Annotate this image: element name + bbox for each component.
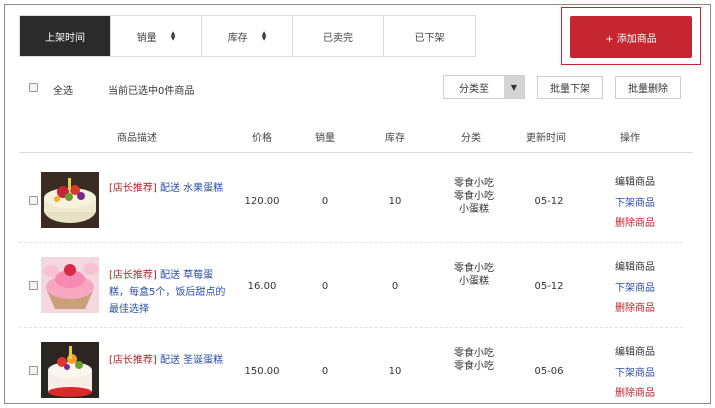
header-updated: 更新时间 xyxy=(526,133,566,144)
header-ops: 操作 xyxy=(620,133,640,144)
tab-off-shelf[interactable]: 已下架 xyxy=(384,16,475,56)
product-tag: [店长推荐] xyxy=(109,183,157,194)
header-desc: 商品描述 xyxy=(117,133,157,144)
selected-count-text: 当前已选中0件商品 xyxy=(108,86,195,97)
product-manager-window: 上架时间 销量 ▲ ▼ 库存 ▲ ▼ 已卖完 已下架 + 添加商品 全选 当前已选中… xyxy=(4,4,711,404)
row-checkbox[interactable] xyxy=(29,281,38,290)
header-category: 分类 xyxy=(461,133,481,144)
product-tag: [店长推荐] xyxy=(109,355,157,366)
updated-value: 05-12 xyxy=(534,281,564,292)
tab-listing-time[interactable]: 上架时间 xyxy=(20,16,111,56)
stock-value: 10 xyxy=(388,366,402,377)
offshelf-product-link[interactable]: 下架商品 xyxy=(615,364,655,385)
offshelf-product-link[interactable]: 下架商品 xyxy=(615,279,655,300)
product-image-fruit-cake[interactable] xyxy=(41,172,99,228)
select-all-checkbox[interactable] xyxy=(29,83,38,92)
delete-product-link[interactable]: 删除商品 xyxy=(615,384,655,403)
select-all-label: 全选 xyxy=(53,86,73,97)
row-checkbox[interactable] xyxy=(29,366,38,375)
product-tag: [店长推荐] xyxy=(109,270,157,281)
sales-value: 0 xyxy=(321,366,329,377)
delete-product-link[interactable]: 删除商品 xyxy=(615,214,655,235)
sort-icon: ▲ ▼ xyxy=(261,30,267,42)
sales-value: 0 xyxy=(321,196,329,207)
category-item: 零食小吃 xyxy=(454,348,494,359)
filter-tabs: 上架时间 销量 ▲ ▼ 库存 ▲ ▼ 已卖完 已下架 xyxy=(19,15,476,57)
offshelf-product-link[interactable]: 下架商品 xyxy=(615,194,655,215)
tab-label: 上架时间 xyxy=(45,32,85,44)
bulk-delete-button[interactable]: 批量删除 xyxy=(615,76,681,99)
tab-stock[interactable]: 库存 ▲ ▼ xyxy=(202,16,293,56)
category-item: 零食小吃 xyxy=(454,191,494,202)
category-list: 零食小吃 小蛋糕 xyxy=(444,262,504,288)
header-stock: 库存 xyxy=(385,133,405,144)
product-title: 配送 圣诞蛋糕 xyxy=(156,355,224,366)
edit-product-link[interactable]: 编辑商品 xyxy=(615,173,655,194)
stock-value: 10 xyxy=(388,196,402,207)
row-checkbox[interactable] xyxy=(29,196,38,205)
add-product-highlight: + 添加商品 xyxy=(561,7,701,65)
header-price: 价格 xyxy=(252,133,272,144)
price-value: 16.00 xyxy=(247,281,277,292)
category-item: 小蛋糕 xyxy=(459,276,489,287)
product-description[interactable]: [店长推荐] 配送 圣诞蛋糕 xyxy=(109,352,231,369)
table-row: [店长推荐] 配送 圣诞蛋糕 150.00 0 10 零食小吃 零食小吃 05-… xyxy=(19,328,683,403)
product-description[interactable]: [店长推荐] 配送 水果蛋糕 xyxy=(109,180,231,197)
category-item: 零食小吃 xyxy=(454,263,494,274)
price-value: 150.00 xyxy=(244,366,280,377)
sales-value: 0 xyxy=(321,281,329,292)
bulk-toolbar: 全选 当前已选中0件商品 分类至 ▼ 批量下架 批量删除 xyxy=(19,75,699,101)
tab-label: 已下架 xyxy=(414,32,445,44)
category-select-value: 分类至 xyxy=(459,83,489,95)
category-item: 零食小吃 xyxy=(454,361,494,372)
edit-product-link[interactable]: 编辑商品 xyxy=(615,258,655,279)
price-value: 120.00 xyxy=(244,196,280,207)
product-image-strawberry-cupcake[interactable] xyxy=(41,257,99,313)
table-row: [店长推荐] 配送 水果蛋糕 120.00 0 10 零食小吃 零食小吃 小蛋糕… xyxy=(19,158,683,243)
tab-label: 库存 xyxy=(227,32,248,44)
category-item: 零食小吃 xyxy=(454,178,494,189)
triangle-down-icon: ▼ xyxy=(504,76,524,98)
category-list: 零食小吃 零食小吃 小蛋糕 xyxy=(444,177,504,216)
product-image-christmas-cake[interactable] xyxy=(41,342,99,398)
add-product-button[interactable]: + 添加商品 xyxy=(570,16,692,58)
tab-sales[interactable]: 销量 ▲ ▼ xyxy=(111,16,202,56)
row-actions: 编辑商品 下架商品 删除商品 xyxy=(615,173,655,235)
table-header: 商品描述 价格 销量 库存 分类 更新时间 操作 xyxy=(19,123,693,153)
updated-value: 05-06 xyxy=(534,366,564,377)
sort-icon: ▲ ▼ xyxy=(170,30,176,42)
row-actions: 编辑商品 下架商品 删除商品 xyxy=(615,258,655,320)
delete-product-link[interactable]: 删除商品 xyxy=(615,299,655,320)
edit-product-link[interactable]: 编辑商品 xyxy=(615,343,655,364)
updated-value: 05-12 xyxy=(534,196,564,207)
tab-label: 销量 xyxy=(136,32,157,44)
product-title: 配送 水果蛋糕 xyxy=(156,183,224,194)
header-sales: 销量 xyxy=(315,133,335,144)
category-list: 零食小吃 零食小吃 xyxy=(444,347,504,373)
category-item: 小蛋糕 xyxy=(459,204,489,215)
product-description[interactable]: [店长推荐] 配送 草莓蛋糕，每盒5个，饭后甜点的最佳选择 xyxy=(109,267,231,318)
category-select[interactable]: 分类至 ▼ xyxy=(443,75,525,99)
tab-label: 已卖完 xyxy=(323,32,353,44)
stock-value: 0 xyxy=(391,281,399,292)
tab-sold-out[interactable]: 已卖完 xyxy=(293,16,384,56)
bulk-offshelf-button[interactable]: 批量下架 xyxy=(537,76,603,99)
row-actions: 编辑商品 下架商品 删除商品 xyxy=(615,343,655,403)
table-row: [店长推荐] 配送 草莓蛋糕，每盒5个，饭后甜点的最佳选择 16.00 0 0 … xyxy=(19,243,683,328)
